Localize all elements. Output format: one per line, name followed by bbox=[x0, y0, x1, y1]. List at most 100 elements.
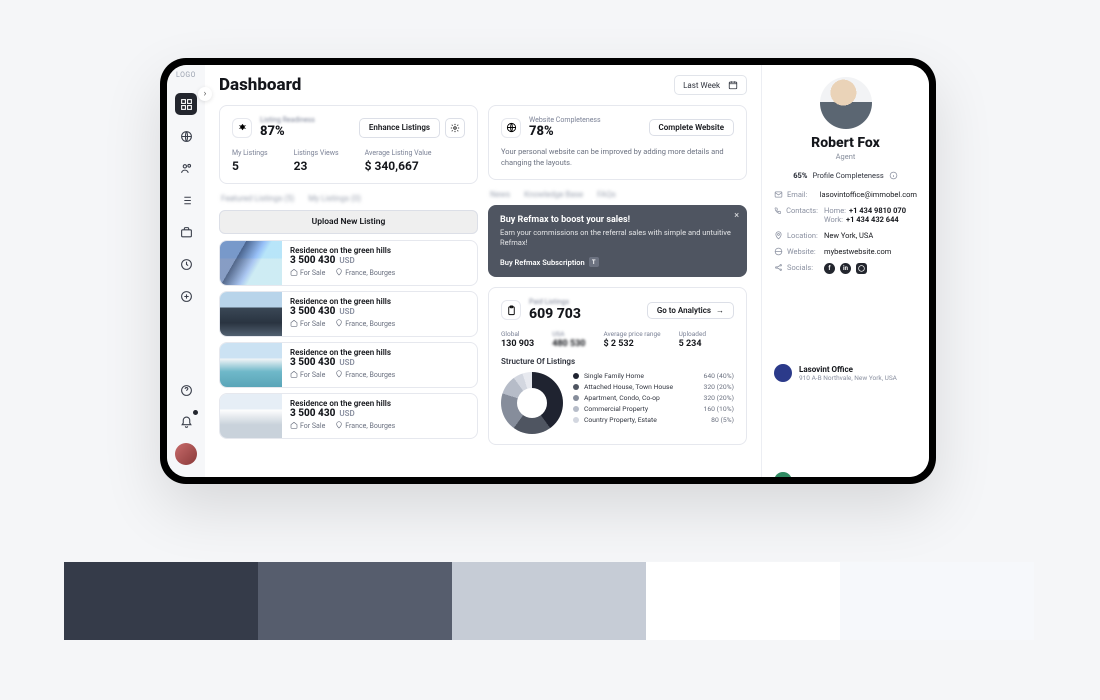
analytics-stat: Global130 903 bbox=[501, 330, 534, 349]
nav-notifications[interactable] bbox=[175, 411, 197, 433]
page-title: Dashboard bbox=[219, 75, 301, 95]
listing-title: Residence on the green hills bbox=[290, 348, 471, 357]
website-completeness-label: Website Completeness bbox=[529, 116, 601, 124]
promo-banner: × Buy Refmax to boost your sales! Earn y… bbox=[488, 205, 747, 278]
sidebar-expand-button[interactable]: › bbox=[198, 87, 212, 101]
facebook-icon[interactable]: f bbox=[824, 263, 835, 274]
legend-row: Attached House, Town House320 (20%) bbox=[573, 383, 734, 391]
affiliation-logo bbox=[774, 472, 792, 477]
socials-value: fin ◯ bbox=[824, 263, 917, 274]
main-content: Dashboard Last Week Listing Readiness87%… bbox=[205, 65, 761, 477]
nav-dashboard[interactable] bbox=[175, 93, 197, 115]
notification-dot bbox=[193, 410, 198, 415]
analytics-card: Paid Listings609 703 Go to Analytics→ Gl… bbox=[488, 287, 747, 445]
profile-name: Robert Fox bbox=[774, 135, 917, 151]
nav-globe[interactable] bbox=[175, 125, 197, 147]
nav-list[interactable] bbox=[175, 189, 197, 211]
affiliation[interactable]: Lasovint Office910 A-B Northvale, New Yo… bbox=[774, 364, 917, 382]
listing-thumbnail bbox=[220, 343, 282, 387]
clipboard-icon bbox=[501, 300, 521, 320]
calendar-icon bbox=[728, 80, 738, 90]
listing-status: For Sale bbox=[290, 319, 325, 328]
nav-add[interactable] bbox=[175, 285, 197, 307]
settings-button[interactable] bbox=[445, 118, 465, 138]
legend-row: Apartment, Condo, Co-op320 (20%) bbox=[573, 394, 734, 402]
listing-price: 3 500 430 USD bbox=[290, 408, 471, 419]
website-hint: Your personal website can be improved by… bbox=[501, 146, 734, 169]
analytics-stat: Average price range$ 2 532 bbox=[603, 330, 660, 349]
palette-swatch bbox=[646, 562, 840, 640]
nav-people[interactable] bbox=[175, 157, 197, 179]
listing-readiness-value: 87% bbox=[260, 124, 315, 139]
globe-icon bbox=[501, 118, 521, 138]
listing-location: France, Bourges bbox=[335, 421, 395, 430]
listing-thumbnail bbox=[220, 241, 282, 285]
listing-title: Residence on the green hills bbox=[290, 297, 471, 306]
listings-tabs[interactable]: Featured Listings (5)My Listings (0) bbox=[221, 194, 478, 203]
palette-swatch bbox=[840, 562, 1034, 640]
color-palette bbox=[64, 562, 1034, 640]
email-label: Email: bbox=[774, 190, 814, 199]
listing-thumbnail bbox=[220, 292, 282, 336]
location-value: New York, USA bbox=[824, 231, 917, 240]
listing-row[interactable]: Residence on the green hills 3 500 430 U… bbox=[219, 240, 478, 286]
legend-row: Single Family Home640 (40%) bbox=[573, 372, 734, 380]
listing-price: 3 500 430 USD bbox=[290, 306, 471, 317]
listing-readiness-label: Listing Readiness bbox=[260, 116, 315, 124]
listing-row[interactable]: Residence on the green hills 3 500 430 U… bbox=[219, 291, 478, 337]
profile-panel: Robert Fox Agent 65%Profile Completeness… bbox=[761, 65, 929, 477]
legend-row: Commercial Property160 (10%) bbox=[573, 405, 734, 413]
profile-completeness: 65%Profile Completeness bbox=[774, 171, 917, 180]
listing-location: France, Bourges bbox=[335, 370, 395, 379]
legend-row: Country Property, Estate80 (5%) bbox=[573, 416, 734, 424]
profile-role: Agent bbox=[774, 152, 917, 161]
listing-price: 3 500 430 USD bbox=[290, 255, 471, 266]
socials-label: Socials: bbox=[774, 263, 818, 272]
promo-title: Buy Refmax to boost your sales! bbox=[500, 215, 735, 225]
listing-location: France, Bourges bbox=[335, 319, 395, 328]
nav-briefcase[interactable] bbox=[175, 221, 197, 243]
gear-icon bbox=[450, 123, 460, 133]
contacts-value: Home:+1 434 9810 070Work:+1 434 432 644 bbox=[824, 206, 917, 224]
website-value[interactable]: mybestwebsite.com bbox=[824, 247, 917, 256]
user-avatar-small[interactable] bbox=[175, 443, 197, 465]
linkedin-icon[interactable]: in bbox=[840, 263, 851, 274]
arrow-right-icon: → bbox=[716, 306, 724, 315]
chart-legend: Single Family Home640 (40%) Attached Hous… bbox=[573, 372, 734, 434]
website-completeness-value: 78% bbox=[529, 124, 601, 139]
email-value[interactable]: lasovintoffice@immobel.com bbox=[820, 190, 917, 199]
phone-icon bbox=[774, 206, 782, 215]
stat: Average Listing Value$ 340,667 bbox=[365, 149, 432, 173]
upload-listing-button[interactable]: Upload New Listing bbox=[219, 210, 478, 234]
pin-icon bbox=[774, 231, 783, 240]
affiliation[interactable]: Brinston House Brand bbox=[774, 472, 917, 477]
listing-status: For Sale bbox=[290, 421, 325, 430]
info-icon[interactable] bbox=[889, 171, 898, 180]
date-range-picker[interactable]: Last Week bbox=[674, 75, 747, 95]
enhance-listings-button[interactable]: Enhance Listings bbox=[359, 118, 440, 138]
news-tabs[interactable]: NewsKnowledge BaseFAQs bbox=[490, 190, 747, 199]
sidebar: LOGO › bbox=[167, 65, 205, 477]
affiliation-logo bbox=[774, 364, 792, 382]
logo: LOGO bbox=[176, 71, 196, 79]
listings-readiness-card: Listing Readiness87% Enhance Listings My… bbox=[219, 105, 478, 184]
nav-help[interactable] bbox=[175, 379, 197, 401]
palette-swatch bbox=[258, 562, 452, 640]
promo-desc: Earn your commissions on the referral sa… bbox=[500, 228, 735, 250]
listing-price: 3 500 430 USD bbox=[290, 357, 471, 368]
nav-clock[interactable] bbox=[175, 253, 197, 275]
profile-avatar[interactable] bbox=[820, 77, 872, 129]
promo-cta-link[interactable]: Buy Refmax SubscriptionT bbox=[500, 257, 735, 267]
listing-row[interactable]: Residence on the green hills 3 500 430 U… bbox=[219, 342, 478, 388]
instagram-icon[interactable]: ◯ bbox=[856, 263, 867, 274]
stat: Listings Views23 bbox=[294, 149, 339, 173]
listing-row[interactable]: Residence on the green hills 3 500 430 U… bbox=[219, 393, 478, 439]
promo-close-button[interactable]: × bbox=[734, 211, 739, 221]
complete-website-button[interactable]: Complete Website bbox=[649, 119, 734, 136]
share-icon bbox=[774, 263, 783, 272]
go-to-analytics-button[interactable]: Go to Analytics→ bbox=[647, 302, 734, 319]
promo-tag-icon: T bbox=[589, 257, 599, 267]
listing-status: For Sale bbox=[290, 370, 325, 379]
mail-icon bbox=[774, 190, 783, 199]
contacts-label: Contacts: bbox=[774, 206, 818, 215]
